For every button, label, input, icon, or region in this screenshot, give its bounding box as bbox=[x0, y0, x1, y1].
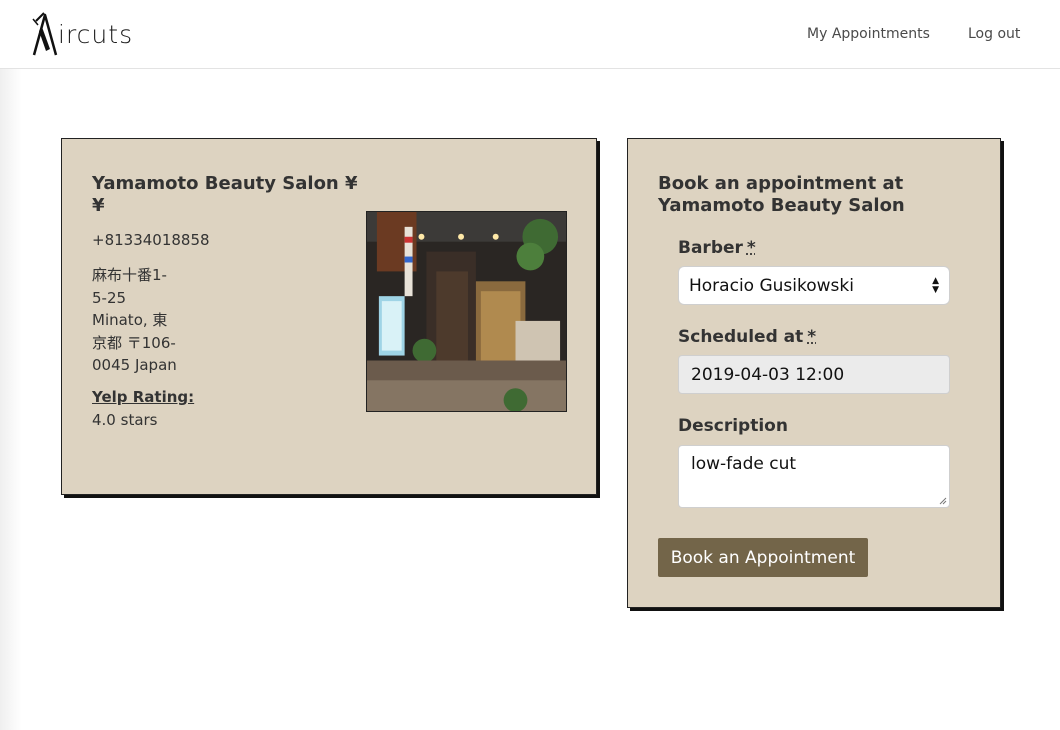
address-line: 京都 〒106- bbox=[92, 333, 176, 352]
barber-label-text: Barber bbox=[678, 238, 743, 258]
barber-select[interactable]: Horacio Gusikowski ▲ ▼ bbox=[678, 266, 950, 305]
address-line: 0045 Japan bbox=[92, 356, 177, 374]
salon-photo bbox=[366, 211, 567, 412]
salon-address: 麻布十番1- 5-25 Minato, 東 京都 〒106- 0045 Japa… bbox=[92, 264, 184, 377]
brand-logo[interactable]: ircuts bbox=[30, 9, 133, 57]
rating-value: 4.0 stars bbox=[92, 410, 158, 429]
scheduled-label-text: Scheduled at bbox=[678, 327, 804, 347]
straight-razor-icon bbox=[32, 12, 58, 56]
booking-title: Book an appointment at Yamamoto Beauty S… bbox=[658, 173, 905, 216]
scheduled-at-input[interactable]: 2019-04-03 12:00 bbox=[678, 355, 950, 394]
select-arrows-icon: ▲ ▼ bbox=[932, 275, 939, 295]
brand-name: ircuts bbox=[58, 20, 134, 49]
required-marker: * bbox=[807, 327, 817, 347]
scheduled-label: Scheduled at * bbox=[678, 327, 816, 347]
book-appointment-button[interactable]: Book an Appointment bbox=[658, 538, 868, 577]
booking-card: Book an appointment at Yamamoto Beauty S… bbox=[627, 138, 1001, 608]
barber-selected-value: Horacio Gusikowski bbox=[689, 275, 854, 296]
resize-grip-icon[interactable] bbox=[939, 497, 947, 505]
navbar: ircuts My Appointments Log out bbox=[0, 0, 1060, 69]
salon-phone: +81334018858 bbox=[92, 231, 210, 249]
salon-name: Yamamoto Beauty Salon ¥¥ bbox=[92, 173, 358, 216]
salon-card: Yamamoto Beauty Salon ¥¥ +81334018858 麻布… bbox=[61, 138, 597, 495]
address-line: 麻布十番1- bbox=[92, 266, 167, 284]
rating-label: Yelp Rating: bbox=[92, 388, 195, 406]
page-side-shade bbox=[0, 69, 22, 730]
address-line: Minato, 東 bbox=[92, 311, 168, 329]
logout-link[interactable]: Log out bbox=[968, 26, 1020, 42]
my-appointments-link[interactable]: My Appointments bbox=[807, 26, 930, 42]
description-text: low-fade cut bbox=[691, 454, 797, 474]
salon-rating: Yelp Rating: 4.0 stars bbox=[92, 386, 202, 431]
description-textarea[interactable]: low-fade cut bbox=[678, 445, 950, 508]
required-marker: * bbox=[746, 238, 756, 258]
address-line: 5-25 bbox=[92, 288, 127, 307]
barber-label: Barber * bbox=[678, 238, 756, 258]
description-label: Description bbox=[678, 416, 788, 436]
